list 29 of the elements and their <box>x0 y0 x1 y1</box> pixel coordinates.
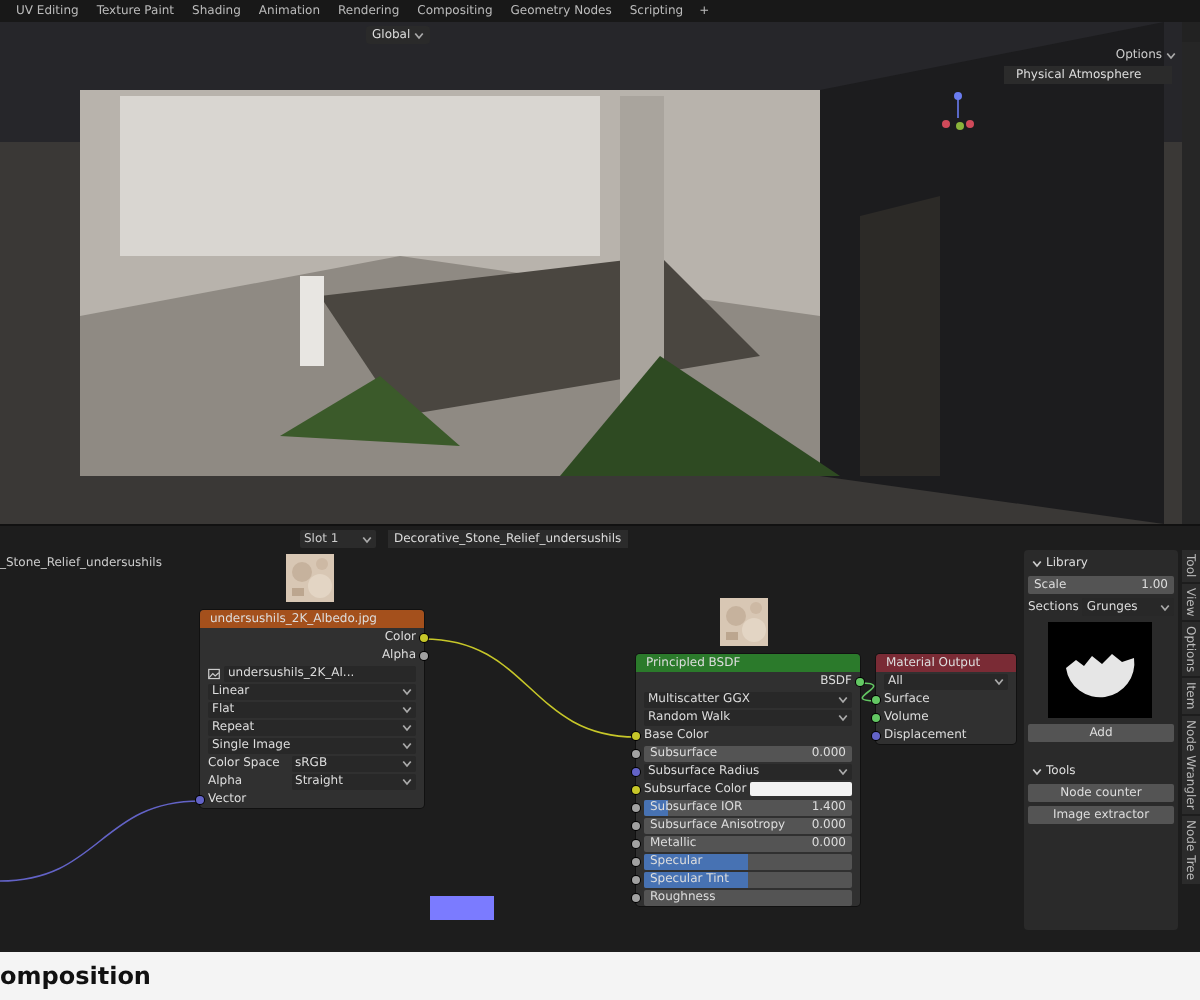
caret-icon <box>838 767 848 775</box>
socket-icon[interactable] <box>632 839 640 847</box>
socket-icon[interactable] <box>632 821 640 829</box>
socket-icon[interactable] <box>632 731 640 739</box>
socket-icon[interactable] <box>632 749 640 757</box>
socket-icon[interactable] <box>872 713 880 721</box>
frame-node[interactable] <box>430 896 494 920</box>
socket-icon[interactable] <box>632 893 640 901</box>
socket-icon[interactable] <box>872 695 880 703</box>
socket-icon[interactable] <box>420 633 428 641</box>
axis-gizmo-icon[interactable] <box>936 90 980 134</box>
caret-icon <box>362 535 372 543</box>
socket-icon[interactable] <box>856 677 864 685</box>
collapse-icon[interactable] <box>1032 559 1042 567</box>
caret-icon <box>1160 603 1170 611</box>
node-link <box>859 682 877 702</box>
collapse-icon[interactable] <box>1032 767 1042 775</box>
color-swatch[interactable] <box>750 782 852 796</box>
socket-icon[interactable] <box>632 785 640 793</box>
caption: omposition <box>0 962 151 990</box>
socket-icon[interactable] <box>632 875 640 883</box>
caret-icon <box>414 31 425 39</box>
caret-icon <box>994 677 1004 685</box>
image-icon[interactable] <box>208 667 220 679</box>
socket-icon[interactable] <box>420 651 428 659</box>
node-card[interactable] <box>636 654 860 906</box>
caret-icon <box>1166 51 1176 59</box>
socket-icon[interactable] <box>632 857 640 865</box>
socket-icon[interactable] <box>632 803 640 811</box>
